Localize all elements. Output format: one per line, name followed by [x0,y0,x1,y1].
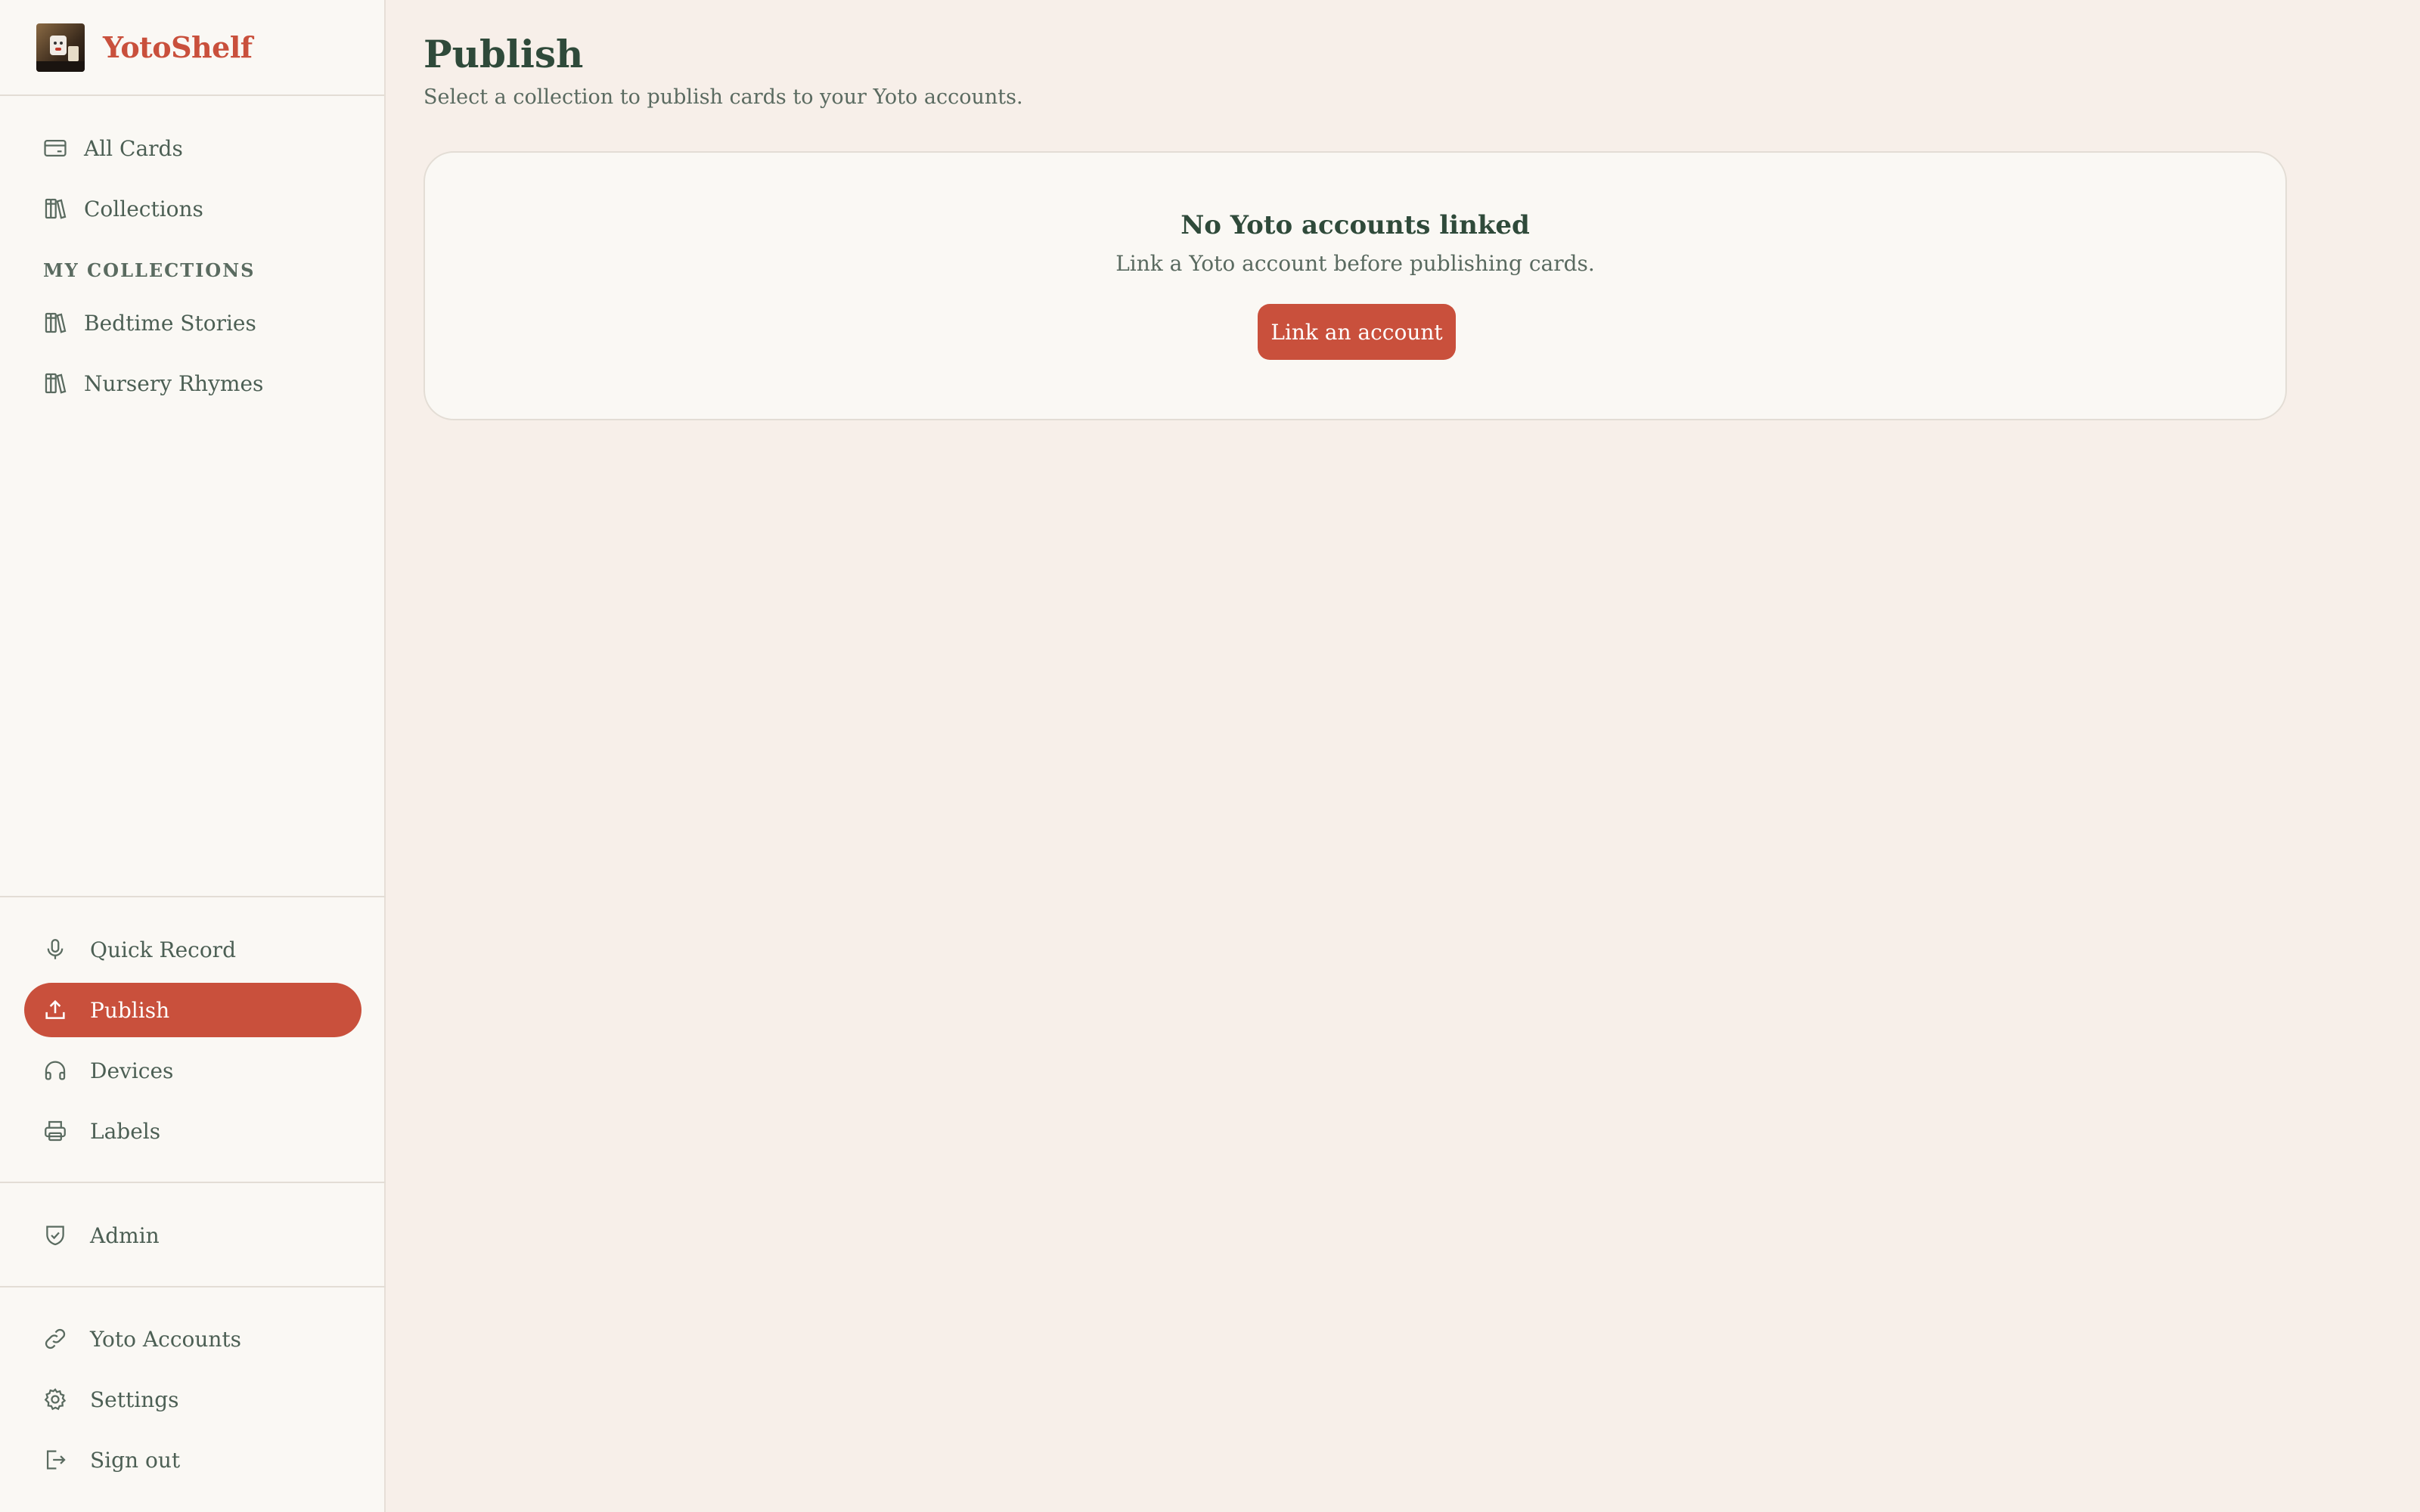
sidebar-item-label: Nursery Rhymes [84,370,264,396]
link-account-button[interactable]: Link an account [1258,304,1456,360]
sidebar-divider [0,896,386,897]
sidebar-divider [0,1286,386,1287]
printer-icon [42,1117,69,1145]
sidebar-item-label: Settings [90,1387,179,1412]
empty-state-title: No Yoto accounts linked [1181,210,1530,240]
sidebar-divider [0,1182,386,1183]
app-logo [36,23,85,72]
sidebar-item-label: Yoto Accounts [90,1326,242,1352]
sidebar-item-bedtime-stories[interactable]: Bedtime Stories [24,296,361,350]
books-icon [42,370,69,397]
empty-state-card: No Yoto accounts linked Link a Yoto acco… [424,151,2287,420]
sidebar-item-label: Labels [90,1118,161,1144]
microphone-icon [42,936,69,963]
upload-icon [42,996,69,1024]
sidebar-item-nursery-rhymes[interactable]: Nursery Rhymes [24,356,361,411]
page-title: Publish [424,32,584,76]
sidebar-item-collections[interactable]: Collections [24,181,361,236]
sidebar-item-yoto-accounts[interactable]: Yoto Accounts [24,1312,361,1366]
sidebar-item-all-cards[interactable]: All Cards [24,121,361,175]
sidebar-item-label: Publish [90,997,170,1023]
page-subtitle: Select a collection to publish cards to … [424,85,1023,109]
sidebar-item-devices[interactable]: Devices [24,1043,361,1098]
my-collections-heading: MY COLLECTIONS [43,259,256,281]
sidebar-item-label: Admin [90,1222,160,1248]
books-icon [42,309,69,336]
headphones-icon [42,1057,69,1084]
card-icon [42,135,69,162]
sidebar-item-label: Collections [84,196,203,222]
sidebar-item-sign-out[interactable]: Sign out [24,1433,361,1487]
sidebar-item-label: Bedtime Stories [84,310,256,336]
sidebar-item-publish[interactable]: Publish [24,983,361,1037]
app-name: YotoShelf [103,30,253,64]
sidebar-item-label: Quick Record [90,937,236,962]
empty-state-text: Link a Yoto account before publishing ca… [1115,251,1595,276]
gear-icon [42,1386,69,1413]
sidebar-item-quick-record[interactable]: Quick Record [24,922,361,977]
sidebar-item-settings[interactable]: Settings [24,1372,361,1427]
books-icon [42,195,69,222]
sidebar-item-label: Sign out [90,1447,181,1473]
sidebar-item-admin[interactable]: Admin [24,1208,361,1263]
brand-header[interactable]: YotoShelf [0,0,384,96]
shield-check-icon [42,1222,69,1249]
link-icon [42,1325,69,1352]
sign-out-icon [42,1446,69,1473]
sidebar-item-labels[interactable]: Labels [24,1104,361,1158]
sidebar: YotoShelf All Cards Collections MY COLLE… [0,0,386,1512]
sidebar-item-label: All Cards [84,135,183,161]
sidebar-item-label: Devices [90,1058,174,1083]
